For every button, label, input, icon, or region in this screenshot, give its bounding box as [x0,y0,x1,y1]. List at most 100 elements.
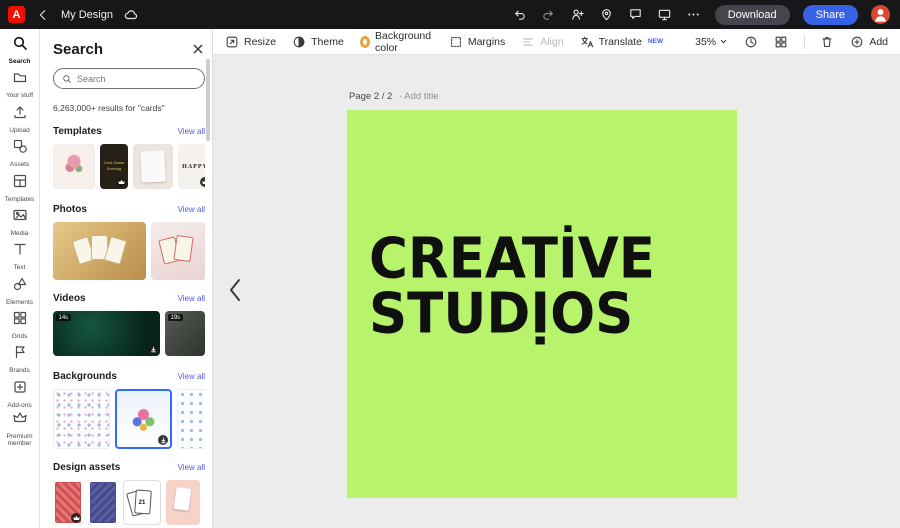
search-panel: Search 6,263,000+ results for "cards" Te… [40,29,213,528]
premium-crown-badge [71,513,81,523]
media-icon [12,207,28,228]
brands-icon [12,344,28,365]
location-pin-icon[interactable] [599,7,615,23]
search-box[interactable] [53,68,205,89]
background-thumb-bouquet-selected[interactable] [115,389,172,449]
add-title-link[interactable]: - Add title [399,91,439,102]
asset-thumb-red-card-back[interactable] [53,480,83,525]
headline-line-1: CREATİVE [369,232,655,287]
sidebar-item-brands[interactable]: Brands [0,343,39,377]
backgrounds-view-all[interactable]: View all [178,372,205,381]
photos-view-all[interactable]: View all [178,205,205,214]
invite-people-icon[interactable] [570,7,586,23]
translate-icon [580,35,594,49]
left-rail: Search Your stuff Upload Assets Template… [0,29,40,528]
sidebar-item-assets[interactable]: Assets [0,136,39,170]
delete-page-button[interactable] [820,35,834,49]
user-avatar[interactable] [871,5,890,24]
comment-icon[interactable] [628,7,644,23]
template-thumb-happy-card[interactable]: HAPPY [178,144,205,189]
search-input[interactable] [77,74,196,84]
results-count: 6,263,000+ results for "cards" [53,103,205,113]
panel-scrollbar[interactable] [206,59,210,141]
sidebar-item-search[interactable]: Search [0,33,39,67]
panel-title: Search [53,41,103,58]
download-badge [148,344,158,354]
video-thumb-pool-table[interactable]: 14s [53,311,160,356]
grids-icon [12,310,28,331]
theme-button[interactable]: Theme [292,35,344,49]
templates-view-all[interactable]: View all [178,127,205,136]
design-assets-section: Design assets View all 21 [53,461,205,525]
video-thumb-dark[interactable]: 19s [165,311,205,356]
add-page-button[interactable]: Add [850,35,888,49]
share-button[interactable]: Share [803,5,858,25]
sidebar-item-premium-member[interactable]: Premium member [0,411,39,445]
pages-view-button[interactable] [774,35,788,49]
videos-view-all[interactable]: View all [178,294,205,303]
present-icon[interactable] [657,7,673,23]
close-icon[interactable] [191,42,205,56]
undo-icon[interactable] [512,7,528,23]
background-thumb-floral-pattern[interactable] [53,389,110,449]
margins-icon [449,35,463,49]
more-options-icon[interactable] [686,7,702,23]
clock-icon [744,35,758,49]
photo-thumb-playing-cards[interactable] [53,222,146,280]
design-page[interactable]: CREATİVE STUDỊOS [347,110,737,498]
design-assets-section-title: Design assets [53,462,120,473]
theme-icon [292,35,306,49]
photos-section: Photos View all [53,203,205,280]
elements-icon [12,276,28,297]
templates-icon [12,173,28,194]
document-title[interactable]: My Design [61,9,113,21]
photos-section-title: Photos [53,204,87,215]
sidebar-item-add-ons[interactable]: Add-ons [0,377,39,411]
add-ons-icon [12,379,28,400]
margins-button[interactable]: Margins [449,35,505,49]
sidebar-item-your-stuff[interactable]: Your stuff [0,67,39,101]
resize-icon [225,35,239,49]
resize-button[interactable]: Resize [225,35,276,49]
template-thumb-white-card[interactable] [133,144,173,189]
assets-icon [12,138,28,159]
previous-page-chevron-icon[interactable] [227,277,243,308]
search-icon [12,35,28,56]
asset-thumb-card-fan-21[interactable]: 21 [123,480,161,525]
sidebar-item-grids[interactable]: Grids [0,308,39,342]
download-button[interactable]: Download [715,5,790,25]
zoom-control[interactable]: 35% [695,36,728,48]
timer-button[interactable] [744,35,758,49]
video-duration-badge: 14s [56,314,71,321]
template-thumb-card-game-poster[interactable]: Card Game Evening [100,144,128,189]
photo-thumb-card-fan[interactable] [151,222,205,280]
templates-section-title: Templates [53,126,102,137]
align-button[interactable]: Align [521,35,563,49]
sidebar-item-upload[interactable]: Upload [0,102,39,136]
topbar: A My Design Download Share [0,0,900,29]
chevron-down-icon [719,37,728,46]
videos-section: Videos View all 14s 19s [53,292,205,356]
asset-thumb-hand-with-card[interactable] [166,480,200,525]
asset-thumb-navy-card-back[interactable] [88,480,118,525]
background-color-button[interactable]: Background color [360,30,433,54]
background-thumb-dot-pattern[interactable] [177,389,205,449]
canvas-area: Page 2 / 2 - Add title CREATİVE STUDỊOS [213,55,900,528]
sidebar-item-text[interactable]: Text [0,239,39,273]
translate-button[interactable]: Translate NEW [580,35,664,49]
sidebar-item-media[interactable]: Media [0,205,39,239]
template-thumb-floral-card[interactable] [53,144,95,189]
canvas-headline[interactable]: CREATİVE STUDỊOS [369,232,655,342]
sidebar-item-elements[interactable]: Elements [0,274,39,308]
sidebar-item-templates[interactable]: Templates [0,171,39,205]
text-icon [12,241,28,262]
backgrounds-section-title: Backgrounds [53,371,117,382]
design-assets-view-all[interactable]: View all [178,463,205,472]
backgrounds-section: Backgrounds View all [53,370,205,449]
premium-crown-badge [116,177,126,187]
redo-icon[interactable] [541,7,557,23]
back-icon[interactable] [35,7,51,23]
adobe-express-logo[interactable]: A [8,6,25,23]
page-number: Page 2 / 2 [349,91,392,102]
templates-section: Templates View all Card Game Evening HAP… [53,125,205,189]
